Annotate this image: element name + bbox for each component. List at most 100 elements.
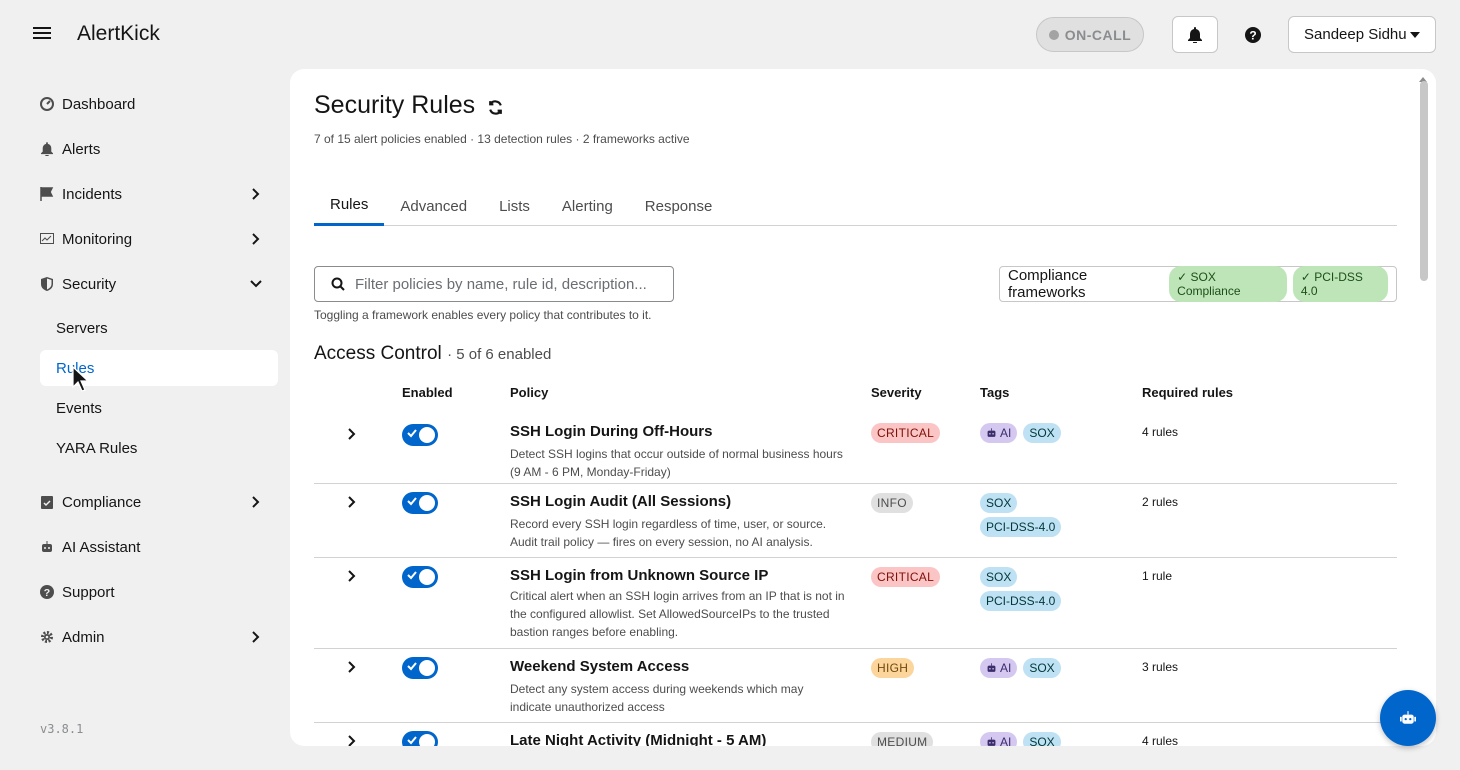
- policy-name[interactable]: SSH Login Audit (All Sessions): [510, 493, 731, 510]
- tag-framework: SOX: [980, 567, 1018, 587]
- sidebar-item-alerts[interactable]: Alerts: [40, 131, 278, 167]
- sidebar-item-label: Admin: [62, 628, 105, 646]
- policy-name[interactable]: SSH Login from Unknown Source IP: [510, 567, 768, 584]
- policy-enabled-toggle[interactable]: [402, 566, 438, 588]
- required-rules-count[interactable]: 4 rules: [1142, 425, 1178, 439]
- sidebar-item-incidents[interactable]: Incidents: [40, 176, 278, 212]
- policy-search-input[interactable]: Filter policies by name, rule id, descri…: [314, 266, 674, 302]
- toggle-knob: [419, 660, 435, 676]
- policy-description: Detect SSH logins that occur outside of …: [510, 447, 843, 479]
- severity-badge: HIGH: [871, 658, 915, 678]
- sidebar-item-monitoring[interactable]: Monitoring: [40, 221, 278, 257]
- sidebar-item-security[interactable]: Security: [40, 266, 278, 302]
- policy-name[interactable]: Late Night Activity (Midnight - 5 AM): [510, 732, 766, 746]
- page-subtitle: 7 of 15 alert policies enabled · 13 dete…: [314, 132, 690, 146]
- flag-icon: [40, 187, 54, 201]
- refresh-icon[interactable]: [487, 99, 504, 116]
- hamburger-menu-icon[interactable]: [33, 25, 51, 41]
- chevron-right-icon[interactable]: [348, 570, 356, 582]
- robot-icon: [40, 540, 54, 554]
- severity-badge: INFO: [871, 493, 913, 513]
- sidebar-item-admin[interactable]: Admin: [40, 619, 278, 655]
- tag-label: AI: [1000, 735, 1012, 746]
- table-row: SSH Login from Unknown Source IP Critica…: [314, 558, 1397, 649]
- tab-response[interactable]: Response: [629, 186, 729, 226]
- check-icon: [407, 497, 417, 506]
- page-title: Security Rules: [314, 91, 476, 119]
- policy-name[interactable]: SSH Login During Off-Hours: [510, 423, 712, 440]
- tab-alerting[interactable]: Alerting: [546, 186, 629, 226]
- column-header-required-rules: Required rules: [1142, 385, 1234, 400]
- user-menu-dropdown[interactable]: Sandeep Sidhu: [1288, 16, 1436, 53]
- sidebar-item-support[interactable]: ? Support: [40, 574, 278, 610]
- tab-rules[interactable]: Rules: [314, 186, 385, 226]
- notifications-button[interactable]: [1172, 16, 1218, 53]
- question-circle-icon: ?: [1245, 26, 1261, 43]
- column-header-tags: Tags: [980, 385, 1010, 400]
- required-rules-count[interactable]: 1 rule: [1142, 569, 1172, 583]
- robot-icon: [987, 663, 996, 672]
- required-rules-count[interactable]: 3 rules: [1142, 660, 1178, 674]
- caret-down-icon: [1410, 31, 1420, 38]
- tab-advanced[interactable]: Advanced: [384, 186, 483, 226]
- severity-badge: MEDIUM: [871, 732, 934, 746]
- policy-enabled-toggle[interactable]: [402, 424, 438, 446]
- toggle-knob: [419, 495, 435, 511]
- sidebar-item-label: AI Assistant: [62, 538, 141, 556]
- help-button[interactable]: ?: [1238, 16, 1268, 53]
- oncall-toggle-button[interactable]: ON-CALL: [1036, 17, 1144, 52]
- sidebar: Dashboard Alerts Incidents Monitoring Se…: [0, 68, 290, 770]
- robot-icon: [987, 737, 996, 746]
- app-brand[interactable]: AlertKick: [77, 22, 160, 46]
- sidebar-item-label: Monitoring: [62, 230, 133, 248]
- tag-ai: AI: [980, 732, 1018, 746]
- policy-enabled-toggle[interactable]: [402, 731, 438, 746]
- column-header-enabled: Enabled: [402, 385, 453, 400]
- chevron-right-icon: [252, 188, 260, 200]
- framework-chip-sox[interactable]: ✓ SOX Compliance: [1169, 266, 1287, 302]
- toggle-knob: [419, 427, 435, 443]
- chevron-right-icon[interactable]: [348, 661, 356, 673]
- tag-ai: AI: [980, 658, 1018, 678]
- svg-text:?: ?: [44, 587, 50, 599]
- required-rules-count[interactable]: 4 rules: [1142, 734, 1178, 746]
- sidebar-subitem-yara-rules[interactable]: YARA Rules: [40, 430, 278, 466]
- scrollbar-thumb[interactable]: [1420, 81, 1428, 281]
- tag-framework: SOX: [1023, 732, 1061, 746]
- sidebar-subitem-events[interactable]: Events: [40, 390, 278, 426]
- policy-enabled-toggle[interactable]: [402, 657, 438, 679]
- ai-assistant-fab[interactable]: [1380, 690, 1436, 746]
- framework-chip-pci[interactable]: ✓ PCI-DSS 4.0: [1292, 266, 1388, 302]
- sidebar-item-label: Support: [62, 583, 115, 601]
- sidebar-item-ai-assistant[interactable]: AI Assistant: [40, 529, 278, 565]
- tag-framework: PCI-DSS-4.0: [980, 517, 1062, 537]
- sidebar-subitem-servers[interactable]: Servers: [40, 310, 278, 346]
- tab-lists[interactable]: Lists: [483, 186, 546, 226]
- required-rules-count[interactable]: 2 rules: [1142, 495, 1178, 509]
- sidebar-item-label: Security: [62, 275, 117, 293]
- policy-name[interactable]: Weekend System Access: [510, 658, 689, 675]
- chevron-down-icon: [250, 280, 262, 288]
- table-row: SSH Login During Off-Hours Detect SSH lo…: [314, 418, 1397, 484]
- check-icon: [407, 662, 417, 671]
- search-placeholder: Filter policies by name, rule id, descri…: [355, 275, 647, 293]
- chevron-right-icon[interactable]: [348, 496, 356, 508]
- sidebar-item-label: Compliance: [62, 493, 142, 511]
- question-circle-icon: ?: [40, 585, 54, 599]
- tag-framework: PCI-DSS-4.0: [980, 591, 1062, 611]
- compliance-frameworks: Compliance frameworks ✓ SOX Compliance ✓…: [999, 266, 1397, 302]
- monitor-chart-icon: [40, 232, 54, 246]
- policy-enabled-toggle[interactable]: [402, 492, 438, 514]
- chevron-right-icon[interactable]: [348, 428, 356, 440]
- robot-icon: [987, 428, 996, 437]
- main-content: Security Rules 7 of 15 alert policies en…: [290, 69, 1436, 746]
- chevron-right-icon: [252, 631, 260, 643]
- tag-framework: SOX: [1023, 423, 1061, 443]
- policy-description: Critical alert when an SSH login arrives…: [510, 589, 845, 639]
- chevron-right-icon[interactable]: [348, 735, 356, 746]
- user-name: Sandeep Sidhu: [1304, 26, 1407, 43]
- sidebar-item-compliance[interactable]: Compliance: [40, 484, 278, 520]
- bell-icon: [1188, 26, 1202, 43]
- top-header: AlertKick ON-CALL ? Sandeep Sidhu: [0, 0, 1460, 68]
- sidebar-item-dashboard[interactable]: Dashboard: [40, 86, 278, 122]
